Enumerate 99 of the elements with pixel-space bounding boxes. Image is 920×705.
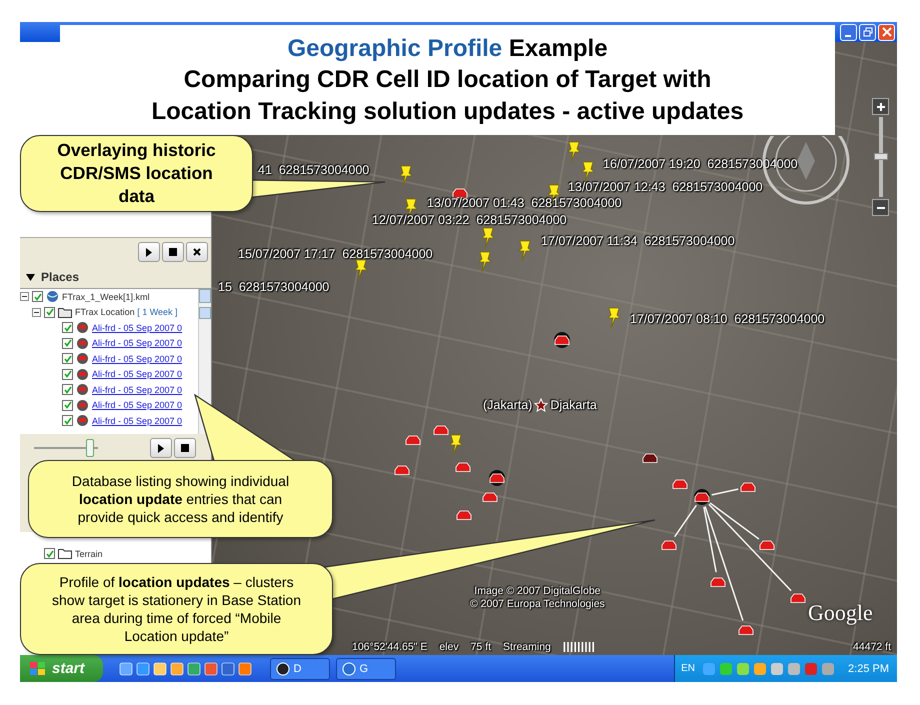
checkbox[interactable] [32,291,43,302]
expander-icon[interactable] [32,308,41,317]
minimize-button[interactable] [840,24,857,40]
collapse-triangle-icon[interactable] [26,274,35,280]
stop-icon [169,248,177,256]
app-icon [276,662,290,676]
restore-icon [862,27,872,37]
checkbox[interactable] [62,353,73,364]
checkbox[interactable] [62,384,73,396]
elevation-value: 75 ft [470,641,492,653]
flag-icon [30,662,46,676]
taskbar-button[interactable]: D [270,658,330,680]
connector-line [674,504,697,538]
placemark-link[interactable]: Ali-frd - 05 Sep 2007 0 [92,384,182,395]
clock: 2:25 PM [848,662,889,674]
eye-altitude-text: 44472 ft [853,641,891,653]
minimize-icon [844,34,850,36]
taskbar-button[interactable]: G [336,658,396,680]
attribution-text: Image © 2007 DigitalGlobe [474,585,601,598]
folder-icon [58,306,72,318]
app-icon [342,662,356,676]
place-name: (Jakarta) [483,398,532,412]
checkbox[interactable] [62,322,73,334]
quick-launch-icon[interactable] [220,662,235,676]
map-label: 12/07/2007 03:22 6281573004000 [372,213,567,227]
car-icon [76,384,89,396]
car-icon[interactable] [553,332,571,348]
placemark-link[interactable]: Ali-frd - 05 Sep 2007 0 [92,416,182,426]
close-icon [193,248,201,256]
connector-line [712,488,738,496]
quick-launch-icon[interactable] [186,662,201,676]
quick-launch-icon[interactable] [136,662,150,676]
placemark-link[interactable]: Ali-frd - 05 Sep 2007 0 [92,400,182,410]
play-button[interactable] [138,242,160,262]
tree-item[interactable]: FTrax_1_Week[1].kml [62,292,150,302]
car-icon [76,338,89,349]
attribution-text: © 2007 Europa Technologies [470,598,605,612]
checkbox[interactable] [62,368,73,380]
globe-icon [46,290,59,304]
car-icon [76,322,89,334]
play-button[interactable] [150,438,172,458]
map-label: 17/07/2007 08:10 6281573004000 [630,312,825,326]
callout-text: Database listing showing individual location update entries that can provide quick access and identify [70,472,290,526]
car-icon [76,400,89,411]
streaming-text: Streaming [503,641,551,653]
checkbox[interactable] [62,415,73,426]
map-label: 13/07/2007 01:43 6281573004000 [427,196,622,210]
play-icon [157,444,165,452]
map-label: 17/07/2007 11:34 6281573004000 [541,234,735,248]
folder-icon [58,548,72,560]
places-heading: Places [41,270,80,284]
logo-text: Google [808,600,873,626]
zoom-out-button[interactable] [872,199,889,216]
close-button[interactable] [186,242,208,262]
quick-launch-icon[interactable] [238,662,252,676]
quick-launch-icon[interactable] [152,662,167,676]
stop-button[interactable] [162,242,184,262]
close-icon [882,27,892,37]
car-icon[interactable] [488,470,506,486]
map-label: 15 6281573004000 [218,280,330,294]
callout-text: Profile of location updates – clusters show target is stationery in Base Station area during time of forced “Mobile Location update” [50,572,302,646]
tree-item[interactable]: Terrain [75,548,103,559]
checkbox[interactable] [44,306,55,318]
slide-subtitle: Location Tracking solution updates - active updates [151,96,744,127]
stop-button[interactable] [174,438,196,458]
car-icon [76,415,89,426]
streaming-progress-icon [562,642,597,652]
coordinates-text: 106°52'44.65" E [352,641,428,653]
slide-title: Geographic Profile Example [287,34,608,64]
quick-launch-icon[interactable] [118,662,133,676]
pushpin-icon[interactable] [353,258,369,280]
car-icon [76,353,89,364]
placemark-link[interactable]: Ali-frd - 05 Sep 2007 0 [92,338,182,348]
placemark-link[interactable]: Ali-frd - 05 Sep 2007 0 [92,354,182,364]
place-name: Djakarta [550,398,597,412]
quick-launch-icon[interactable] [170,662,184,676]
placemark-link[interactable]: Ali-frd - 05 Sep 2007 0 [92,322,182,333]
slide-subtitle: Comparing CDR Cell ID location of Target with [184,65,712,96]
checkbox[interactable] [62,338,73,349]
quick-launch-icon[interactable] [204,662,218,676]
checkbox[interactable] [62,400,73,411]
checkbox[interactable] [44,548,55,560]
map-label: 41 6281573004000 [258,163,370,177]
placemark-link[interactable]: Ali-frd - 05 Sep 2007 0 [92,369,182,380]
expander-icon[interactable] [20,292,29,302]
elevation-label: elev [439,641,459,653]
map-label: 13/07/2007 12:43 6281573004000 [568,180,763,194]
map-label: 15/07/2007 17:17 6281573004000 [238,247,433,261]
stop-icon [181,444,189,452]
car-icon [76,368,89,380]
pushpin-icon[interactable] [580,160,596,182]
car-icon[interactable] [693,489,711,505]
plus-icon [876,102,884,110]
callout-text: Overlaying historic CDR/SMS location data [56,139,217,208]
zoom-in-button[interactable] [872,98,889,115]
restore-button[interactable] [859,24,876,40]
tree-item[interactable]: FTrax Location [ 1 Week ] [75,307,178,318]
star-icon [534,398,548,412]
play-icon [145,248,153,256]
